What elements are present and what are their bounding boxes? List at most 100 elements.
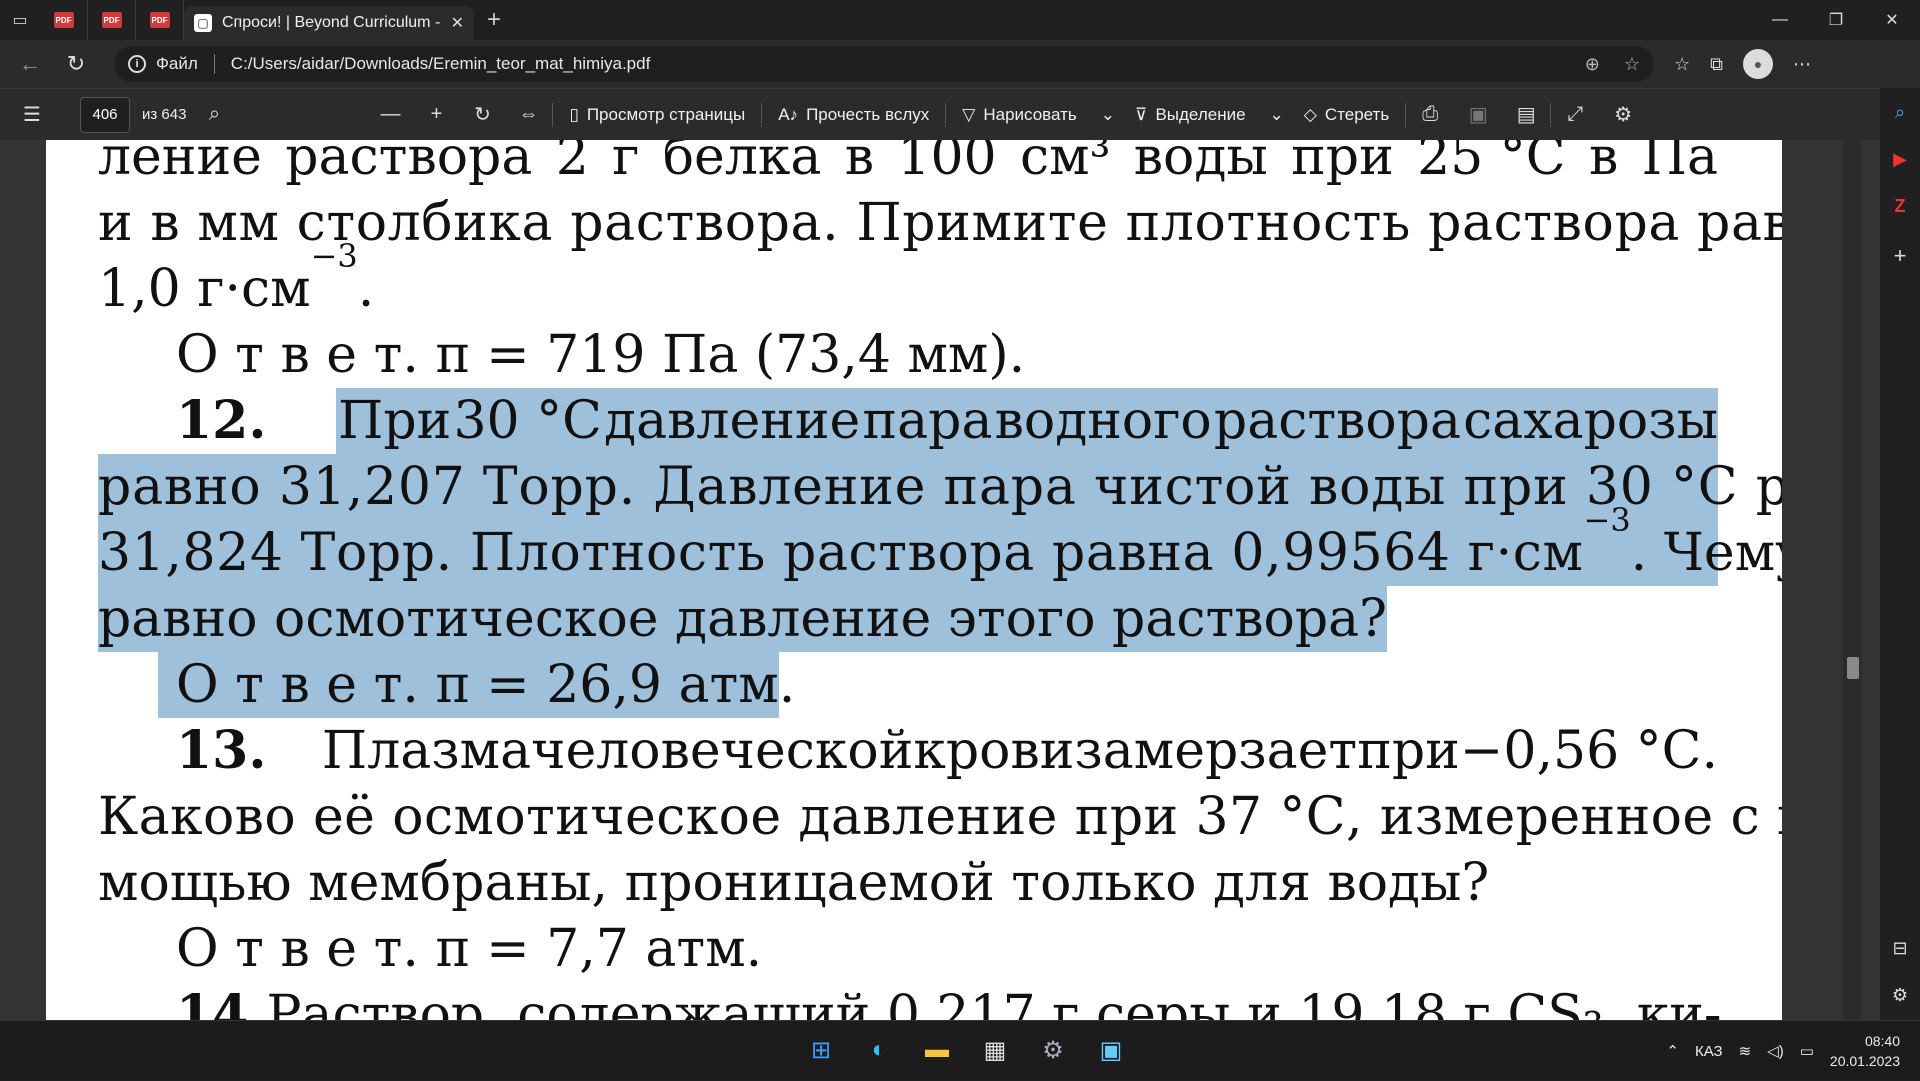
- erase-button[interactable]: ◇ Стереть: [1294, 105, 1399, 125]
- text-line: 1,0 г·см −3.: [98, 237, 375, 319]
- divider: [552, 102, 554, 127]
- back-button[interactable]: ←: [10, 46, 50, 82]
- windows-start-icon[interactable]: ⊞: [800, 1029, 842, 1071]
- tab-bar: ▭ PDF PDF PDF ▢ Спроси! | Beyond Curricu…: [0, 0, 1920, 40]
- collections-icon[interactable]: ⧉: [1710, 54, 1723, 75]
- tab-pdf-2[interactable]: PDF: [88, 0, 136, 40]
- read-aloud-button[interactable]: A♪ Прочесть вслух: [768, 105, 939, 125]
- word: 100: [897, 140, 997, 187]
- page-number-input[interactable]: [80, 96, 130, 133]
- selected-text[interactable]: О т в е т. π = 26,9 атм: [158, 652, 779, 718]
- pdf-icon: PDF: [53, 12, 74, 28]
- print-icon[interactable]: ⎙: [1412, 97, 1448, 133]
- selected-text[interactable]: равно 31,207 Торр. Давление пара чистой …: [98, 454, 1782, 520]
- rotate-icon[interactable]: ↻: [464, 97, 500, 133]
- new-tab-button[interactable]: +: [474, 0, 514, 40]
- chevron-down-icon[interactable]: ⌄: [1101, 105, 1115, 125]
- system-tray: ⌃ КАЗ ≋ ◁) ▭ 08:40 20.01.2023: [1666, 1021, 1900, 1081]
- draw-button[interactable]: ▽ Нарисовать ⌄: [952, 105, 1125, 125]
- settings-icon[interactable]: ⚙: [1892, 985, 1908, 1006]
- url-text: C:/Users/aidar/Downloads/Eremin_teor_mat…: [230, 54, 651, 73]
- scrollbar-thumb[interactable]: [1847, 657, 1859, 679]
- scrollbar[interactable]: [1843, 92, 1861, 1020]
- tab-pdf-3[interactable]: PDF: [136, 0, 184, 40]
- avatar[interactable]: ●: [1743, 49, 1773, 79]
- pdf-page[interactable]: ление раствора 2 г белка в 100 см³ воды при 25 °С в…: [46, 140, 1782, 1020]
- pdf-toolbar: ☰ из 643 ⌕ — + ↻ ⇔ ▯Просмотр страницы A♪…: [0, 88, 1880, 140]
- text-line: равно осмотическое давление этого раство…: [98, 586, 1718, 652]
- file-explorer-icon[interactable]: ▬: [916, 1029, 958, 1071]
- pdf-viewer[interactable]: ление раствора 2 г белка в 100 см³ воды при 25 °С в…: [0, 140, 1880, 1020]
- chevron-down-icon[interactable]: ⌄: [1270, 105, 1284, 125]
- pdf-text-block: ление раствора 2 г белка в 100 см³ воды при 25 °С в…: [98, 140, 1782, 1020]
- store-icon[interactable]: ▦: [974, 1029, 1016, 1071]
- search-icon[interactable]: ⌕: [1895, 102, 1905, 123]
- chevron-up-icon[interactable]: ⌃: [1666, 1042, 1679, 1060]
- clock[interactable]: 08:40 20.01.2023: [1830, 1031, 1900, 1071]
- text-line: 14. Раствор, содержащий 0,217 г серы и 1…: [98, 982, 1721, 1020]
- fit-page-icon[interactable]: ⇔: [510, 97, 546, 133]
- fullscreen-icon[interactable]: ⤢: [1557, 97, 1593, 133]
- close-window-button[interactable]: ✕: [1864, 0, 1920, 40]
- page-total: из 643: [142, 106, 187, 123]
- add-icon[interactable]: +: [1894, 243, 1907, 269]
- more-icon[interactable]: ⋯: [1793, 54, 1811, 75]
- zoom-in-icon[interactable]: +: [418, 97, 454, 133]
- word: в: [1588, 140, 1619, 187]
- refresh-button[interactable]: ↻: [56, 46, 96, 82]
- problem-number: 14.: [176, 984, 267, 1020]
- problem-number: 13.: [176, 720, 267, 781]
- volume-icon[interactable]: ◁): [1767, 1042, 1784, 1060]
- search-icon[interactable]: ⌕: [196, 97, 232, 133]
- text-line: ление раствора 2 г белка в 100 см³ воды при 25 °С в…: [98, 140, 1718, 190]
- divider: [213, 54, 215, 74]
- read-aloud-icon: A♪: [778, 104, 799, 124]
- problem-number: 12.: [176, 390, 267, 451]
- text-line: О т в е т. π = 719 Па (73,4 мм).: [176, 325, 1026, 385]
- word: при: [1357, 721, 1460, 781]
- edge-icon[interactable]: ◐: [858, 1029, 900, 1071]
- save-icon[interactable]: ▣: [1460, 97, 1496, 133]
- app-icon[interactable]: Z: [1895, 196, 1906, 217]
- text-line: 12. При 30 °С давление пара водного раствора с…: [98, 388, 1718, 454]
- tab-active[interactable]: ▢ Спроси! | Beyond Curriculum - P ✕: [184, 6, 474, 40]
- divider: [1550, 102, 1552, 127]
- control-panel-icon[interactable]: ▣: [1090, 1029, 1132, 1071]
- word: 30 °С: [453, 391, 602, 451]
- zoom-out-icon[interactable]: —: [372, 97, 408, 133]
- language-indicator[interactable]: КАЗ: [1695, 1043, 1723, 1060]
- battery-icon[interactable]: ▭: [1800, 1042, 1814, 1060]
- word: давление: [604, 391, 861, 451]
- word: 25 °С: [1417, 140, 1566, 187]
- restore-button[interactable]: ❐: [1808, 0, 1864, 40]
- tab-title: Спроси! | Beyond Curriculum - P: [222, 14, 441, 31]
- minimize-button[interactable]: —: [1752, 0, 1808, 40]
- word: ление: [98, 140, 262, 187]
- tab-pdf-1[interactable]: PDF: [40, 0, 88, 40]
- add-favorite-icon[interactable]: ☆: [1624, 54, 1640, 75]
- selected-text[interactable]: 31,824 Торр. Плотность раствора равна 0,…: [98, 504, 1782, 586]
- settings-icon[interactable]: ⚙: [1605, 97, 1641, 133]
- url-field[interactable]: i Файл C:/Users/aidar/Downloads/Eremin_t…: [114, 46, 1654, 82]
- zoom-icon[interactable]: ⊕: [1585, 54, 1600, 75]
- save-as-icon[interactable]: ▤: [1508, 97, 1544, 133]
- wifi-icon[interactable]: ≋: [1739, 1042, 1752, 1060]
- text-line: мощью мембраны, проницаемой только для в…: [98, 853, 1490, 913]
- settings-icon[interactable]: ⚙: [1032, 1029, 1074, 1071]
- page-view-button[interactable]: ▯ Просмотр страницы: [559, 105, 755, 125]
- divider: [945, 102, 947, 127]
- favorites-icon[interactable]: ☆: [1674, 54, 1690, 75]
- info-icon[interactable]: i: [128, 55, 146, 73]
- draw-icon: ▽: [962, 104, 976, 124]
- youtube-icon[interactable]: ▶: [1893, 149, 1907, 170]
- text-line: 13. Плазма человеческой крови замерзает при −…: [98, 718, 1718, 784]
- word: человеческой: [531, 721, 914, 781]
- selected-text[interactable]: При 30 °С давление пара водного раствора сахар…: [336, 388, 1718, 454]
- highlight-button[interactable]: ⊽ Выделение ⌄: [1125, 105, 1294, 125]
- contents-icon[interactable]: ☰: [14, 97, 50, 133]
- close-icon[interactable]: ✕: [451, 13, 464, 33]
- tab-actions-icon[interactable]: ▭: [0, 0, 40, 40]
- split-screen-icon[interactable]: ⊟: [1892, 938, 1907, 959]
- word: см³: [1020, 140, 1111, 187]
- selected-text[interactable]: равно осмотическое давление этого раство…: [98, 586, 1387, 652]
